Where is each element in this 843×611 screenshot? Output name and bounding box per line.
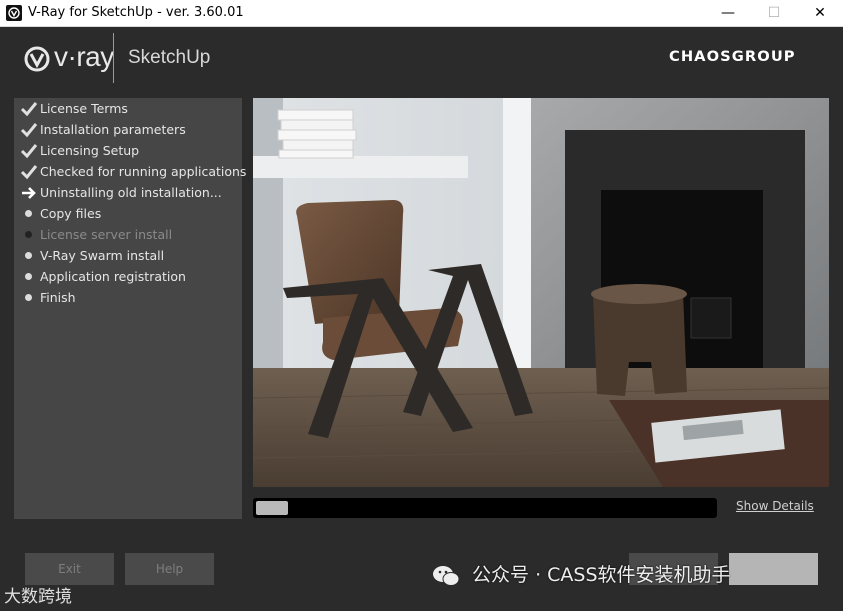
step-label: V-Ray Swarm install	[40, 248, 165, 263]
bullet-icon	[20, 289, 38, 307]
step-label: Uninstalling old installation...	[40, 185, 222, 200]
step-checked-running-apps: Checked for running applications	[14, 161, 246, 182]
maximize-button[interactable]: ☐	[751, 0, 797, 26]
bullet-icon	[20, 205, 38, 223]
progress-fill	[256, 501, 288, 515]
step-label: Finish	[40, 290, 76, 305]
step-label: Copy files	[40, 206, 102, 221]
bullet-icon	[20, 268, 38, 286]
title-bar: V-Ray for SketchUp - ver. 3.60.01 — ☐ ✕	[0, 0, 843, 27]
help-button[interactable]: Help	[125, 553, 214, 585]
next-button[interactable]	[729, 553, 818, 585]
step-label: Application registration	[40, 269, 186, 284]
checkmark-icon	[20, 144, 38, 159]
watermark-text: 公众号 · CASS软件安装机助手	[472, 564, 731, 586]
step-uninstalling-old: Uninstalling old installation...	[14, 182, 242, 203]
bullet-icon	[20, 226, 38, 244]
checkmark-icon	[20, 165, 38, 180]
checkmark-icon	[20, 102, 38, 117]
logo-divider	[113, 33, 114, 83]
vray-logo-text: v·ray	[54, 41, 114, 72]
vray-app-icon	[6, 5, 22, 21]
install-steps-panel: License Terms Installation parameters Li…	[14, 98, 246, 519]
install-progress-bar	[253, 498, 717, 518]
step-copy-files: Copy files	[14, 203, 242, 224]
wechat-icon	[433, 565, 460, 586]
corner-watermark-text: 大数跨境	[4, 587, 72, 607]
product-name: SketchUp	[128, 47, 211, 68]
step-license-server: License server install	[14, 224, 242, 245]
watermark-overlay: 公众号 · CASS软件安装机助手	[432, 560, 731, 588]
installer-header: v·ray SketchUp CHAOSGROUP	[0, 27, 843, 97]
render-preview-image	[253, 98, 829, 487]
step-license-terms: License Terms	[14, 98, 242, 119]
step-label: Checked for running applications	[40, 164, 247, 179]
step-licensing-setup: Licensing Setup	[14, 140, 242, 161]
step-label: Licensing Setup	[40, 143, 140, 158]
show-details-link[interactable]: Show Details	[736, 499, 814, 513]
corner-watermark: 大数跨境	[4, 582, 72, 607]
step-label: License server install	[40, 227, 173, 242]
step-installation-parameters: Installation parameters	[14, 119, 242, 140]
checkmark-icon	[20, 123, 38, 138]
bullet-icon	[20, 247, 38, 265]
vray-logo-icon	[24, 46, 50, 72]
step-label: Installation parameters	[40, 122, 186, 137]
step-finish: Finish	[14, 287, 242, 308]
exit-button[interactable]: Exit	[25, 553, 114, 585]
close-button[interactable]: ✕	[797, 0, 843, 26]
step-label: License Terms	[40, 101, 128, 116]
step-swarm-install: V-Ray Swarm install	[14, 245, 242, 266]
arrow-right-icon	[22, 187, 36, 199]
minimize-button[interactable]: —	[705, 0, 751, 26]
chaosgroup-logo: CHAOSGROUP	[668, 49, 796, 65]
step-app-registration: Application registration	[14, 266, 242, 287]
window-title: V-Ray for SketchUp - ver. 3.60.01	[28, 5, 244, 20]
